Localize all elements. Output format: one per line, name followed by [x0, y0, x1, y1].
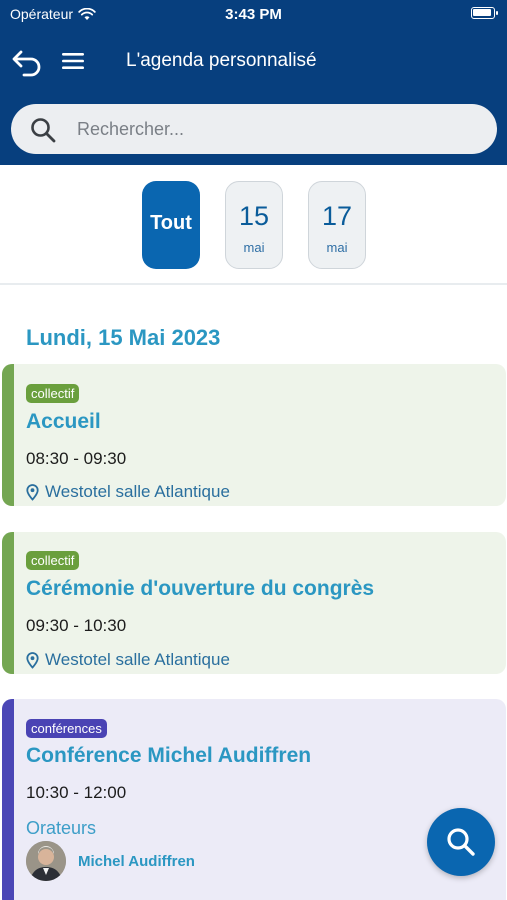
date-filter-17-mai[interactable]: 17 mai — [308, 181, 366, 269]
speaker-item[interactable]: Michel Audiffren — [26, 841, 195, 881]
date-filter-all[interactable]: Tout — [142, 181, 200, 269]
session-location: Westotel salle Atlantique — [26, 650, 230, 670]
date-filter-month: mai — [326, 240, 348, 255]
app-header: Opérateur 3:43 PM L'agenda personnalisé — [0, 0, 507, 165]
category-color-bar — [2, 532, 14, 674]
session-title: Accueil — [26, 410, 101, 433]
date-filter-day: 15 — [238, 201, 270, 231]
category-tag: conférences — [26, 719, 107, 738]
avatar — [26, 841, 66, 881]
speaker-name: Michel Audiffren — [78, 852, 195, 870]
session-card-conference[interactable]: conférences Conférence Michel Audiffren … — [2, 699, 506, 900]
session-time: 10:30 - 12:00 — [26, 783, 127, 802]
session-time: 09:30 - 10:30 — [26, 616, 127, 635]
battery-icon — [471, 7, 498, 19]
category-color-bar — [2, 699, 14, 900]
session-location: Westotel salle Atlantique — [26, 482, 230, 502]
location-text: Westotel salle Atlantique — [45, 650, 230, 669]
date-filter-15-mai[interactable]: 15 mai — [225, 181, 283, 269]
category-tag: collectif — [26, 384, 80, 403]
session-card-ceremonie[interactable]: collectif Cérémonie d'ouverture du congr… — [2, 532, 506, 674]
status-time: 3:43 PM — [225, 6, 282, 23]
category-color-bar — [2, 364, 14, 506]
date-filter-month: mai — [243, 240, 265, 255]
date-filter-label: Tout — [150, 212, 192, 234]
session-card-accueil[interactable]: collectif Accueil 08:30 - 09:30 Westotel… — [2, 364, 506, 506]
location-text: Westotel salle Atlantique — [45, 482, 230, 501]
nav-bar: L'agenda personnalisé — [0, 40, 507, 84]
session-title: Cérémonie d'ouverture du congrès — [26, 577, 375, 600]
floating-search-button[interactable] — [427, 808, 495, 876]
undo-arrow-icon[interactable] — [10, 44, 46, 80]
speakers-label: Orateurs — [26, 818, 97, 838]
status-bar: Opérateur 3:43 PM — [0, 0, 507, 28]
search-icon — [31, 118, 56, 143]
session-title: Conférence Michel Audiffren — [26, 744, 312, 767]
date-filter-day: 17 — [321, 201, 353, 231]
day-heading: Lundi, 15 Mai 2023 — [26, 325, 221, 350]
location-pin-icon — [26, 651, 39, 669]
date-filter-bar: Tout 15 mai 17 mai — [0, 165, 507, 285]
hamburger-menu-icon[interactable] — [60, 48, 86, 74]
page-title: L'agenda personnalisé — [126, 50, 317, 71]
session-time: 08:30 - 09:30 — [26, 449, 127, 468]
search-icon — [447, 828, 475, 856]
category-tag: collectif — [26, 551, 80, 570]
search-input[interactable] — [77, 104, 477, 154]
location-pin-icon — [26, 483, 39, 501]
search-bar[interactable] — [11, 104, 497, 154]
